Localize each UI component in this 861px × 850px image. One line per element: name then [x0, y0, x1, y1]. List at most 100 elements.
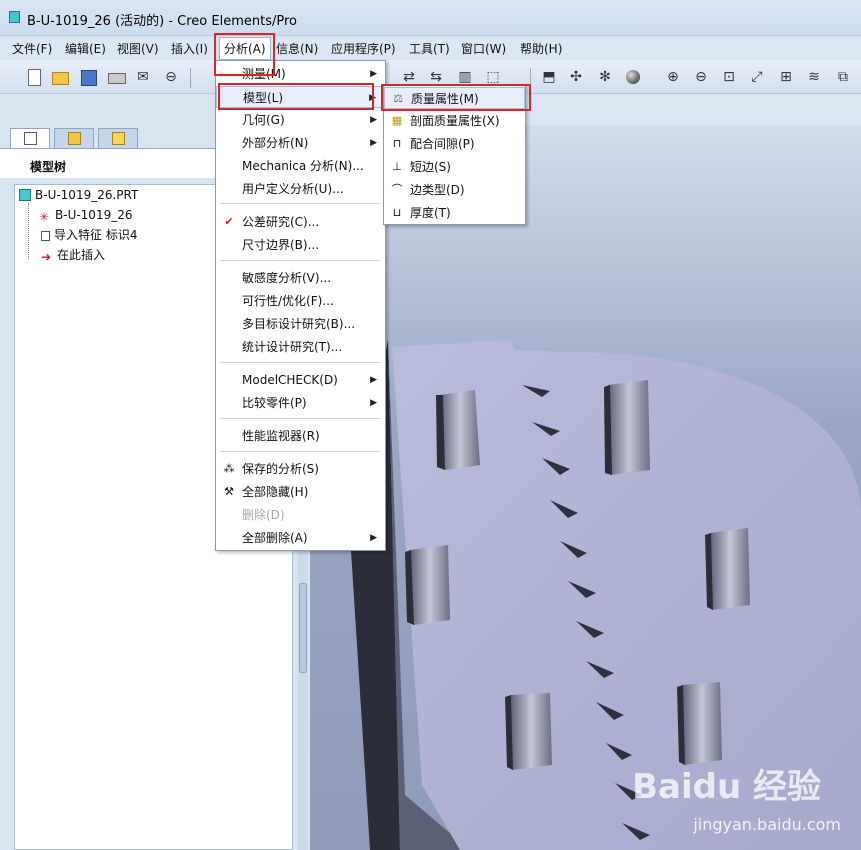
saved-analysis-icon: ⁂ [223, 462, 235, 475]
menu-item-label: 剖面质量属性(X) [410, 114, 500, 128]
print-icon[interactable] [107, 68, 126, 86]
menu-item-dimension-bounds[interactable]: 尺寸边界(B)... [216, 234, 385, 256]
tab-favorites[interactable] [98, 128, 138, 148]
app-icon [9, 11, 20, 23]
menu-item-user-defined-analysis[interactable]: 用户定义分析(U)... [216, 178, 385, 200]
menu-item-modelcheck[interactable]: ModelCHECK(D) ▶ [216, 369, 385, 391]
menu-item-delete-all[interactable]: 全部删除(A) ▶ [216, 527, 385, 549]
tree-node-label: B-U-1019_26.PRT [35, 188, 139, 202]
send-link-icon[interactable]: ⊖ [162, 68, 180, 86]
toolbar-separator [190, 68, 191, 88]
menu-item-label: 配合间隙(P) [410, 137, 475, 151]
menu-separator [220, 418, 381, 419]
menu-item-multi-objective[interactable]: 多目标设计研究(B)... [216, 313, 385, 335]
menu-item-label: 全部隐藏(H) [242, 485, 309, 499]
menu-file[interactable]: 文件(F) [12, 40, 52, 57]
menu-item-label: 多目标设计研究(B)... [242, 317, 356, 331]
orient-mode-icon[interactable]: ✻ [596, 68, 614, 86]
menu-item-mechanica-analysis[interactable]: Mechanica 分析(N)... [216, 155, 385, 177]
tab-folder-browser[interactable] [54, 128, 94, 148]
submenu-arrow-icon: ▶ [370, 138, 377, 148]
splitter-grip[interactable] [299, 583, 307, 673]
menu-item-external-analysis[interactable]: 外部分析(N) ▶ [216, 132, 385, 154]
refit-icon[interactable]: ⊡ [720, 68, 738, 86]
menu-item-label: Mechanica 分析(N)... [242, 159, 364, 173]
tree-node-label: B-U-1019_26 [55, 208, 133, 222]
insert-arrow-icon: ➔ [41, 250, 52, 264]
tree-node-insert-here[interactable]: ➔ 在此插入 [41, 246, 105, 264]
menu-view[interactable]: 视图(V) [117, 40, 159, 57]
tree-guide-line [28, 203, 29, 259]
tolerance-icon: ✔ [224, 215, 234, 228]
menu-item-label: ModelCHECK(D) [242, 373, 338, 387]
menu-item-delete: 删除(D) [216, 504, 385, 526]
menu-window[interactable]: 窗口(W) [461, 40, 506, 57]
tree-node-root[interactable]: B-U-1019_26.PRT [19, 186, 138, 204]
zoom-out-icon[interactable]: ⊖ [692, 68, 710, 86]
favorites-icon [112, 132, 125, 145]
tree-node-label: 在此插入 [57, 248, 106, 262]
menu-item-label: 边类型(D) [410, 183, 465, 197]
menu-item-geometry[interactable]: 几何(G) ▶ [216, 109, 385, 131]
menu-insert[interactable]: 插入(I) [171, 40, 208, 57]
menu-item-label: 尺寸边界(B)... [242, 238, 320, 252]
menu-item-thickness[interactable]: ⊔ 厚度(T) [384, 202, 525, 224]
view-manager-icon[interactable]: ⧉ [834, 68, 852, 86]
coordinate-system-icon: ✳ [38, 210, 50, 224]
open-folder-icon[interactable] [51, 68, 69, 86]
menu-item-label: 统计设计研究(T)... [242, 340, 343, 354]
layers-icon[interactable]: ≋ [805, 68, 823, 86]
short-edge-icon: ⊥ [392, 160, 402, 173]
tree-node-csys[interactable]: ✳ B-U-1019_26 [37, 206, 133, 224]
tab-model-tree[interactable] [10, 128, 50, 148]
hide-all-icon: ⚒ [224, 485, 234, 498]
menu-tools[interactable]: 工具(T) [409, 40, 450, 57]
menu-item-clearance[interactable]: ⊓ 配合间隙(P) [384, 133, 525, 155]
spin-center-icon[interactable]: ✣ [567, 68, 585, 86]
tree-node-import-feature[interactable]: 导入特征 标识4 [41, 226, 137, 244]
watermark-url: jingyan.baidu.com [693, 815, 841, 834]
menu-item-label: 比较零件(P) [242, 396, 307, 410]
menu-edit[interactable]: 编辑(E) [65, 40, 106, 57]
analysis-menu: 测量(M) ▶ 模型(L) ▶ 几何(G) ▶ 外部分析(N) ▶ Mechanica … [215, 60, 386, 551]
menu-item-saved-analysis[interactable]: ⁂ 保存的分析(S) [216, 458, 385, 480]
new-file-icon[interactable] [25, 68, 43, 86]
menu-separator [220, 260, 381, 261]
highlight-box-analysis [214, 33, 275, 76]
reorient-icon[interactable]: ⤢ [748, 68, 766, 86]
save-icon[interactable] [79, 68, 97, 86]
menu-item-label: 外部分析(N) [242, 136, 309, 150]
menu-item-statistical-design[interactable]: 统计设计研究(T)... [216, 336, 385, 358]
clearance-icon: ⊓ [392, 137, 402, 150]
zoom-in-icon[interactable]: ⊕ [664, 68, 682, 86]
menu-item-short-edge[interactable]: ⊥ 短边(S) [384, 156, 525, 178]
menu-applications[interactable]: 应用程序(P) [331, 40, 396, 57]
menu-help[interactable]: 帮助(H) [520, 40, 562, 57]
menu-item-tolerance-study[interactable]: ✔ 公差研究(C)... [216, 211, 385, 233]
title-bar: B-U-1019_26 (活动的) - Creo Elements/Pro [0, 0, 861, 36]
submenu-arrow-icon: ▶ [370, 115, 377, 125]
submenu-arrow-icon: ▶ [370, 375, 377, 385]
saved-views-icon[interactable]: ⊞ [777, 68, 795, 86]
menu-item-compare-parts[interactable]: 比较零件(P) ▶ [216, 392, 385, 414]
menu-item-label: 性能监视器(R) [242, 429, 320, 443]
menu-item-feasibility[interactable]: 可行性/优化(F)... [216, 290, 385, 312]
menu-item-edge-type[interactable]: ⌒ 边类型(D) [384, 179, 525, 201]
menu-item-section-mass-properties[interactable]: ▦ 剖面质量属性(X) [384, 110, 525, 132]
menu-item-label: 敏感度分析(V)... [242, 271, 332, 285]
menu-item-label: 可行性/优化(F)... [242, 294, 334, 308]
menu-item-hide-all[interactable]: ⚒ 全部隐藏(H) [216, 481, 385, 503]
menu-item-performance-monitor[interactable]: 性能监视器(R) [216, 425, 385, 447]
datum-display-icon[interactable]: ⬒ [540, 68, 558, 86]
send-mail-icon[interactable]: ✉ [134, 68, 152, 86]
window-title: B-U-1019_26 (活动的) - Creo Elements/Pro [27, 14, 297, 29]
menu-info[interactable]: 信息(N) [276, 40, 318, 57]
model-tree-title: 模型树 [30, 160, 67, 174]
menu-item-sensitivity[interactable]: 敏感度分析(V)... [216, 267, 385, 289]
menu-item-label: 短边(S) [410, 160, 451, 174]
folder-browser-icon [68, 132, 81, 145]
model-tree-icon [24, 132, 37, 145]
import-feature-icon [41, 231, 50, 241]
menu-item-label: 厚度(T) [410, 206, 451, 220]
shading-icon[interactable] [624, 68, 642, 86]
